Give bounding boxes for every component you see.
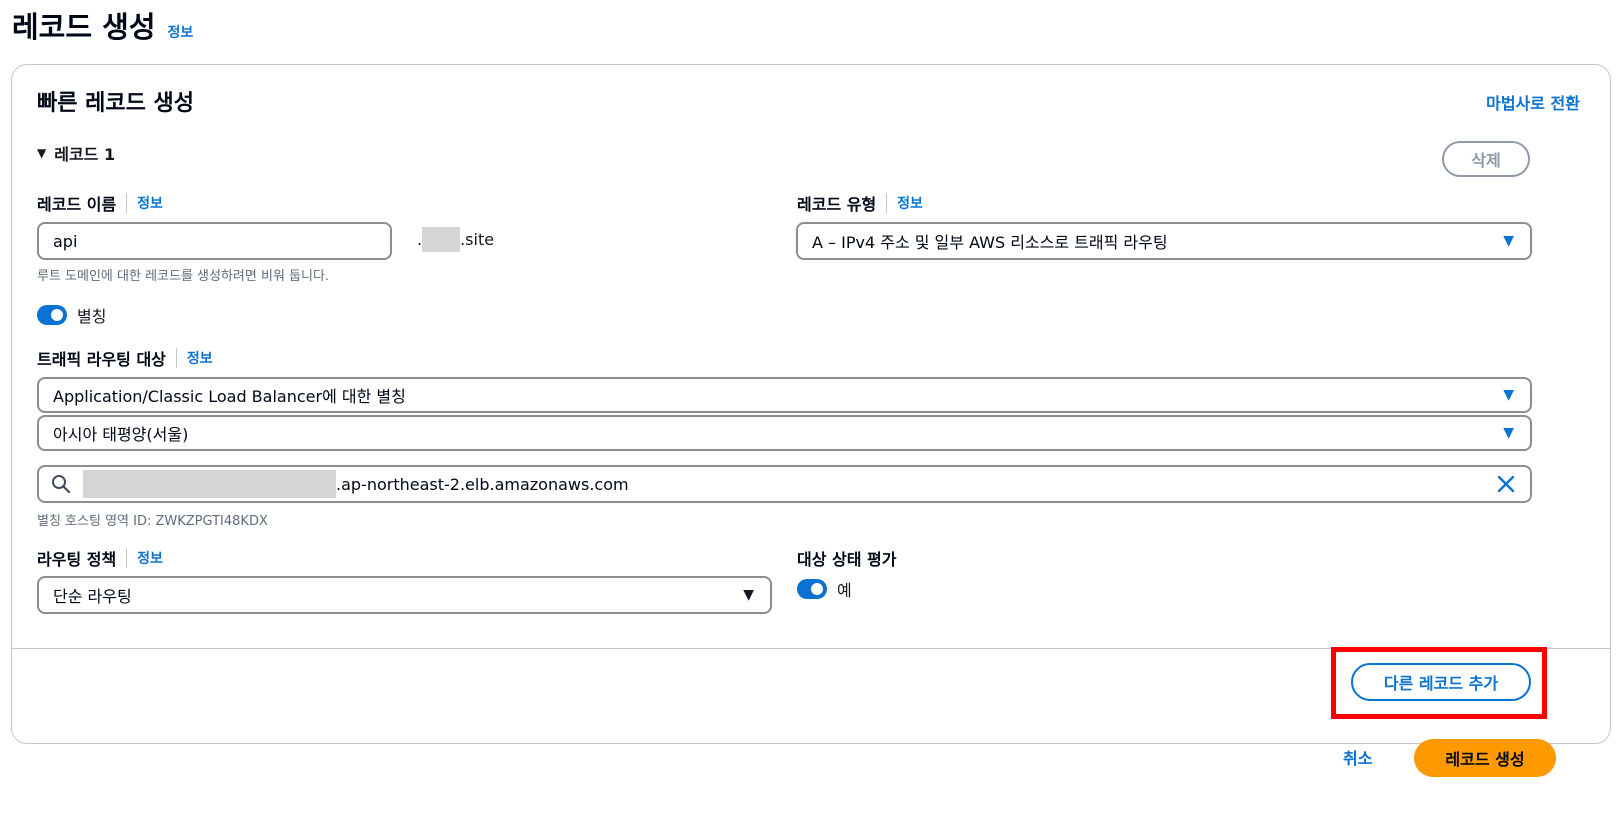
- routing-policy-select[interactable]: 단순 라우팅 ▼: [37, 576, 772, 614]
- create-records-button[interactable]: 레코드 생성: [1414, 739, 1556, 777]
- hosted-zone-id: 별칭 호스팅 영역 ID: ZWKZPGTI48KDX: [37, 514, 268, 529]
- page-header: 레코드 생성 정보: [12, 4, 193, 46]
- record-type-select[interactable]: A – IPv4 주소 및 일부 AWS 리소스로 트래픽 라우팅 ▼: [796, 222, 1532, 260]
- caret-down-icon: ▼: [1503, 387, 1514, 403]
- create-record-page: 레코드 생성 정보 빠른 레코드 생성 마법사로 전환 ▼ 레코드 1 삭제 레…: [0, 0, 1623, 823]
- endpoint-select[interactable]: Application/Classic Load Balancer에 대한 별칭…: [37, 377, 1532, 413]
- caret-down-icon: ▼: [1503, 233, 1514, 249]
- cancel-button[interactable]: 취소: [1343, 745, 1372, 769]
- caret-down-icon: ▼: [743, 587, 754, 603]
- caret-down-icon: ▼: [1503, 425, 1514, 441]
- toggle-switch: [797, 579, 827, 599]
- record-1-expander[interactable]: ▼ 레코드 1: [37, 141, 115, 165]
- alias-toggle[interactable]: 별칭: [37, 303, 106, 327]
- record-type-label: 레코드 유형 정보: [797, 193, 923, 214]
- search-icon: [52, 475, 71, 494]
- load-balancer-search-input[interactable]: .ap-northeast-2.elb.amazonaws.com: [37, 465, 1532, 503]
- caret-down-icon: ▼: [37, 146, 47, 160]
- record-1-label: 레코드 1: [54, 145, 116, 164]
- routing-policy-info-link[interactable]: 정보: [137, 548, 163, 568]
- redacted-lb-name: [83, 470, 336, 498]
- switch-to-wizard-link[interactable]: 마법사로 전환: [1486, 90, 1580, 114]
- traffic-target-label: 트래픽 라우팅 대상 정보: [37, 348, 213, 369]
- page-info-link[interactable]: 정보: [168, 22, 194, 42]
- quick-create-panel: 빠른 레코드 생성 마법사로 전환 ▼ 레코드 1 삭제 레코드 이름 정보 a…: [11, 64, 1611, 744]
- redacted-domain: [422, 227, 461, 252]
- domain-suffix: . .site: [417, 227, 494, 252]
- panel-divider: [12, 648, 1610, 649]
- add-another-record-button[interactable]: 다른 레코드 추가: [1351, 663, 1531, 701]
- record-name-input[interactable]: api: [37, 222, 392, 260]
- routing-policy-label: 라우팅 정책 정보: [37, 548, 163, 569]
- close-icon[interactable]: [1496, 474, 1516, 494]
- traffic-target-info-link[interactable]: 정보: [187, 348, 213, 368]
- toggle-switch: [37, 305, 67, 325]
- record-name-label: 레코드 이름 정보: [37, 193, 163, 214]
- record-name-info-link[interactable]: 정보: [137, 193, 163, 213]
- record-type-info-link[interactable]: 정보: [897, 193, 923, 213]
- record-name-hint: 루트 도메인에 대한 레코드를 생성하려면 비워 둡니다.: [37, 269, 330, 284]
- delete-button[interactable]: 삭제: [1442, 141, 1530, 177]
- region-select[interactable]: 아시아 태평양(서울) ▼: [37, 415, 1532, 451]
- panel-title: 빠른 레코드 생성: [37, 91, 194, 116]
- page-title: 레코드 생성: [12, 10, 156, 44]
- health-evaluation-toggle[interactable]: 예: [797, 577, 852, 601]
- health-evaluation-label: 대상 상태 평가: [797, 550, 897, 569]
